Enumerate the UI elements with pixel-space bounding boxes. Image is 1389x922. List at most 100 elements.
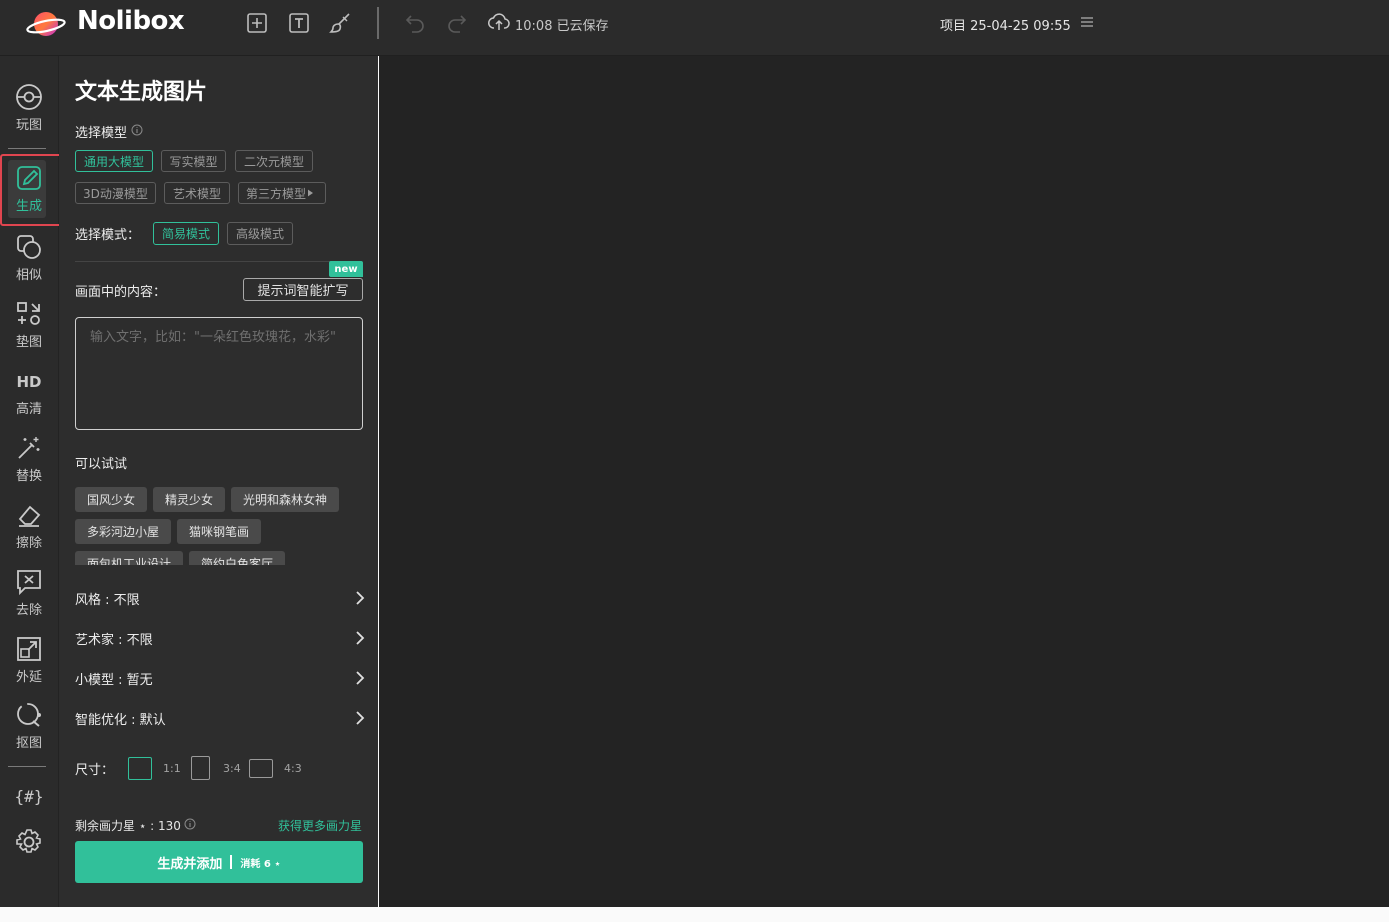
sidebar-divider — [8, 148, 46, 149]
ratio-label[interactable]: 3:4 — [223, 762, 249, 775]
suggestion-tag[interactable]: 光明和森林女神 — [231, 487, 339, 512]
new-badge: new — [329, 261, 363, 277]
model-chip-anime[interactable]: 二次元模型 — [235, 150, 313, 172]
redo-icon[interactable] — [445, 11, 469, 35]
sidebar-item-cutout[interactable]: 抠图 — [6, 701, 52, 757]
setting-label: 风格 : 不限 — [75, 592, 140, 608]
sidebar-item-similar[interactable]: 相似 — [6, 233, 52, 289]
cloud-upload-icon[interactable] — [487, 10, 511, 38]
svg-text:HD: HD — [16, 373, 41, 391]
add-square-icon[interactable] — [245, 11, 269, 35]
brush-icon[interactable] — [329, 11, 353, 35]
section-divider — [75, 261, 362, 262]
ratio-1-1-box[interactable] — [128, 756, 152, 780]
suggestion-tag[interactable]: 国风少女 — [75, 487, 147, 512]
model-chip-third-party[interactable]: 第三方模型 — [238, 182, 326, 204]
toolbar-divider — [377, 7, 379, 39]
suggestion-tag[interactable]: 多彩河边小屋 — [75, 519, 171, 544]
ratio-3-4-box[interactable] — [191, 756, 210, 780]
model-chip-3d-anime[interactable]: 3D动漫模型 — [75, 182, 156, 204]
mode-chip-advanced[interactable]: 高级模式 — [227, 222, 293, 245]
sidebar-divider — [8, 766, 46, 767]
try-label: 可以试试 — [75, 457, 128, 472]
model-label: 选择模型 — [75, 126, 128, 141]
sidebar-item-play[interactable]: 玩图 — [6, 83, 52, 139]
smart-optimize-setting-row[interactable]: 智能优化 : 默认 — [75, 707, 365, 729]
chevron-right-icon — [356, 671, 365, 685]
hash-braces-icon[interactable]: {#} — [6, 782, 52, 814]
sidebar-item-generate[interactable]: 生成 — [6, 164, 52, 220]
artist-setting-row[interactable]: 艺术家 : 不限 — [75, 627, 365, 649]
eraser-icon — [18, 505, 41, 527]
mode-chip-simple[interactable]: 简易模式 — [153, 222, 219, 245]
sidebar-item-label: 擦除 — [15, 536, 42, 551]
info-icon[interactable] — [131, 124, 143, 140]
generate-button-label: 生成并添加 — [157, 856, 223, 872]
sidebar-item-erase[interactable]: 擦除 — [6, 501, 52, 557]
suggestion-tag[interactable]: 精灵少女 — [153, 487, 225, 512]
suggestion-tag[interactable]: 简约白色客厅 — [189, 551, 285, 565]
model-chip-general[interactable]: 通用大模型 — [75, 150, 153, 172]
canvas-area[interactable] — [379, 56, 1389, 907]
menu-icon[interactable] — [1079, 14, 1095, 34]
sidebar-item-hd[interactable]: HD 高清 — [6, 367, 52, 423]
suggestion-tags: 国风少女 精灵少女 光明和森林女神 多彩河边小屋 猫咪钢笔画 面包机工业设计 简… — [59, 476, 378, 565]
undo-icon[interactable] — [403, 11, 427, 35]
save-status: 10:08 已云保存 — [487, 13, 609, 35]
outpaint-icon — [17, 637, 41, 661]
model-chip-label: 第三方模型 — [246, 186, 307, 201]
credits-row: 剩余画力星 ⋆ : 130 — [75, 817, 196, 834]
model-chip-realistic[interactable]: 写实模型 — [161, 150, 226, 172]
brand-name: Nolibox — [77, 6, 185, 36]
caret-right-icon — [308, 186, 314, 200]
ratio-label[interactable]: 4:3 — [284, 762, 302, 775]
suggestion-tag[interactable]: 面包机工业设计 — [75, 551, 183, 565]
generate-cost: 消耗 6 ⋆ — [240, 858, 281, 870]
sidebar-item-outpaint[interactable]: 外延 — [6, 635, 52, 691]
setting-label: 艺术家 : 不限 — [75, 632, 153, 648]
nolibox-logo-icon[interactable] — [26, 9, 66, 39]
sidebar-item-label: 外延 — [15, 670, 42, 685]
top-bar: Nolibox 10:08 已云保存 项目 25-04-25 09:55 — [0, 0, 1389, 56]
credits-text: 剩余画力星 ⋆ : 130 — [75, 819, 181, 833]
setting-label: 小模型 : 暂无 — [75, 672, 153, 688]
text-to-image-panel: 文本生成图片 选择模型 通用大模型 写实模型 二次元模型 3D动漫模型 艺术模型… — [59, 56, 378, 907]
chevron-right-icon — [356, 591, 365, 605]
sidebar-item-label: 玩图 — [15, 118, 42, 133]
model-chip-art[interactable]: 艺术模型 — [164, 182, 230, 204]
button-separator — [230, 855, 233, 869]
sidebar-item-label: 垫图 — [15, 335, 42, 350]
project-title: 项目 25-04-25 09:55 — [940, 18, 1071, 34]
chevron-right-icon — [356, 711, 365, 725]
ratio-4-3-box[interactable] — [249, 758, 273, 778]
small-model-setting-row[interactable]: 小模型 : 暂无 — [75, 667, 365, 689]
sidebar-item-pad-image[interactable]: 垫图 — [6, 300, 52, 356]
settings-gear-icon[interactable] — [6, 828, 52, 862]
remove-icon — [17, 570, 41, 596]
prompt-input[interactable] — [75, 317, 363, 430]
content-label: 画面中的内容： — [75, 285, 167, 300]
sidebar-item-label: 生成 — [15, 199, 42, 214]
sidebar-item-replace[interactable]: 替换 — [6, 434, 52, 490]
hd-icon: HD — [16, 373, 41, 391]
style-setting-row[interactable]: 风格 : 不限 — [75, 587, 365, 609]
save-status-text: 10:08 已云保存 — [515, 18, 609, 34]
setting-label: 智能优化 : 默认 — [75, 712, 166, 728]
text-box-icon[interactable] — [287, 11, 311, 35]
get-more-credits-link[interactable]: 获得更多画力星 — [278, 817, 362, 834]
ratio-label[interactable]: 1:1 — [163, 762, 191, 775]
sidebar-item-label: 替换 — [15, 469, 42, 484]
play-disc-icon — [16, 84, 42, 110]
similar-icon — [17, 235, 41, 259]
svg-text:{#}: {#} — [15, 787, 43, 806]
sidebar-item-remove[interactable]: 去除 — [6, 568, 52, 624]
tool-sidebar: 玩图 生成 相似 垫图 HD 高清 替换 擦除 去除 外延 抠图 {#} — [0, 56, 62, 907]
sidebar-item-label: 去除 — [15, 603, 42, 618]
sidebar-item-label: 相似 — [15, 268, 42, 283]
panel-title: 文本生成图片 — [75, 80, 208, 105]
generate-button[interactable]: 生成并添加 消耗 6 ⋆ — [75, 841, 363, 883]
info-icon[interactable] — [184, 818, 196, 833]
project-title-area[interactable]: 项目 25-04-25 09:55 — [940, 13, 1095, 35]
prompt-expand-button[interactable]: 提示词智能扩写 — [243, 278, 363, 301]
suggestion-tag[interactable]: 猫咪钢笔画 — [177, 519, 261, 544]
